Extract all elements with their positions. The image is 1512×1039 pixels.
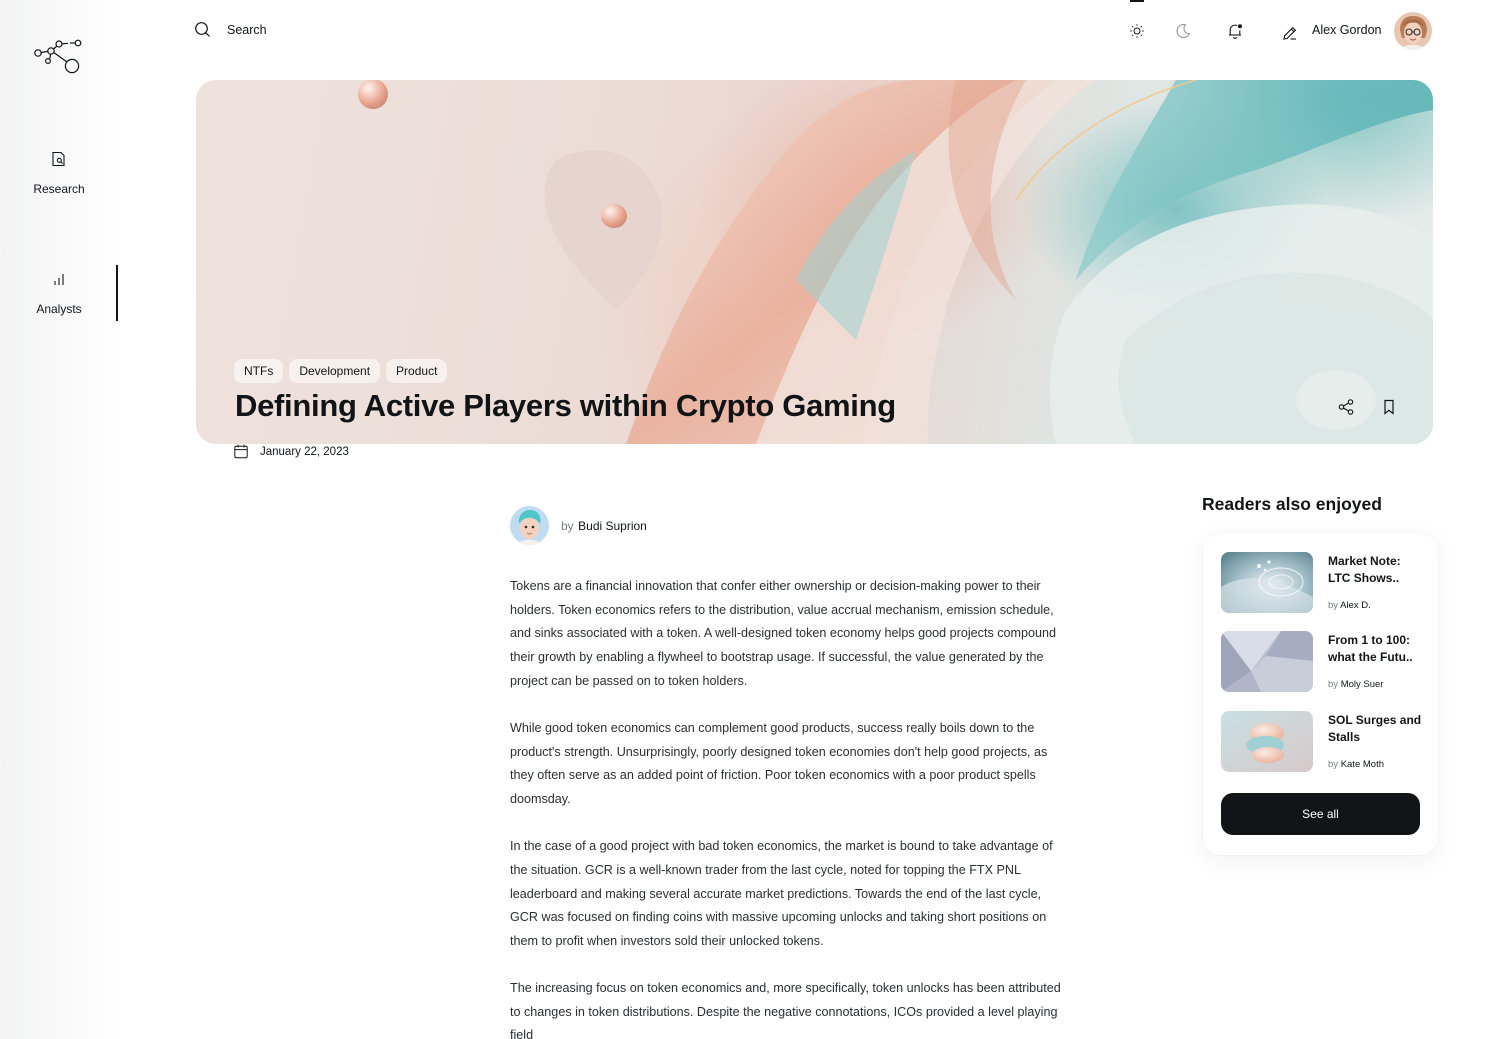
logo-icon[interactable] [30, 36, 86, 76]
author-prefix: by [561, 518, 574, 533]
sidebar-item-analysts[interactable]: Analysts [0, 270, 118, 318]
related-article-byline: by Moly Suer [1328, 679, 1383, 690]
bar-chart-icon [54, 274, 64, 285]
related-article[interactable]: From 1 to 100: what the Futu.. by Moly S… [1221, 631, 1421, 693]
edit-icon[interactable] [1281, 24, 1299, 42]
article-paragraph: The increasing focus on token economics … [510, 981, 1061, 1039]
tag-list: NTFs Development Product [234, 359, 448, 383]
bell-icon[interactable] [1226, 22, 1244, 40]
author-name[interactable]: Budi Suprion [578, 519, 647, 533]
thumbnail-image-icon [1221, 711, 1313, 772]
article-paragraph: Tokens are a financial innovation that c… [510, 579, 1057, 688]
related-thumbnail [1221, 631, 1313, 692]
related-article-byline: by Kate Moth [1328, 759, 1384, 770]
search-icon [195, 22, 210, 37]
sidebar-item-label: Analysts [36, 302, 82, 316]
research-icon [52, 151, 65, 167]
bookmark-icon[interactable] [1380, 398, 1398, 416]
author-avatar[interactable] [510, 506, 549, 545]
related-article[interactable]: Market Note: LTC Shows.. by Alex D. [1221, 552, 1421, 614]
hero-banner: NTFs Development Product Defining Active… [196, 80, 1433, 444]
search-box[interactable]: Search [194, 21, 267, 38]
thumbnail-image-icon [1221, 631, 1313, 692]
tag-development[interactable]: Development [289, 359, 381, 383]
top-header: Search Alex Gordon [118, 0, 1512, 62]
related-article-title: From 1 to 100: what the Futu.. [1328, 633, 1413, 664]
tag-ntfs[interactable]: NTFs [234, 359, 284, 383]
byline-author: Moly Suer [1340, 679, 1384, 690]
related-article[interactable]: SOL Surges and Stalls by Kate Moth [1221, 711, 1421, 773]
sidebar-item-label: Research [33, 182, 85, 196]
article-body: Tokens are a financial innovation that c… [510, 575, 1066, 1039]
avatar-illustration-icon [1394, 12, 1432, 50]
tag-product[interactable]: Product [386, 359, 448, 383]
related-thumbnail [1221, 552, 1313, 613]
page-title: Defining Active Players within Crypto Ga… [235, 388, 896, 423]
publish-date: January 22, 2023 [234, 444, 349, 459]
sidebar: Research Analysts [0, 0, 118, 1039]
related-article-title: SOL Surges and Stalls [1328, 713, 1422, 744]
article-author: by Budi Suprion [510, 506, 647, 545]
related-article-title: Market Note: LTC Shows.. [1328, 554, 1401, 585]
related-articles-card: Market Note: LTC Shows.. by Alex D. From… [1203, 533, 1438, 855]
theme-indicator [1130, 0, 1144, 2]
byline-prefix: by [1328, 759, 1339, 770]
sidebar-item-research[interactable]: Research [0, 150, 118, 198]
byline-author: Kate Moth [1340, 759, 1384, 770]
byline-prefix: by [1328, 679, 1339, 690]
user-avatar[interactable] [1394, 12, 1432, 50]
author-byline: by Budi Suprion [561, 517, 647, 535]
article-paragraph: While good token economics can complemen… [510, 720, 1048, 807]
byline-author: Alex D. [1340, 600, 1371, 611]
author-avatar-illustration-icon [510, 506, 549, 545]
moon-icon[interactable] [1174, 22, 1192, 40]
byline-prefix: by [1328, 600, 1339, 611]
search-placeholder: Search [227, 22, 267, 37]
related-article-byline: by Alex D. [1328, 600, 1371, 611]
see-all-button[interactable]: See all [1221, 793, 1420, 835]
related-thumbnail [1221, 711, 1313, 772]
share-icon[interactable] [1337, 398, 1355, 416]
sun-icon[interactable] [1128, 22, 1146, 40]
calendar-icon [234, 444, 248, 459]
article-paragraph: In the case of a good project with bad t… [510, 839, 1053, 948]
thumbnail-image-icon [1221, 552, 1313, 613]
active-nav-indicator [116, 265, 118, 321]
user-name[interactable]: Alex Gordon [1312, 23, 1381, 37]
related-section-title: Readers also enjoyed [1202, 494, 1382, 514]
date-text: January 22, 2023 [260, 445, 349, 458]
